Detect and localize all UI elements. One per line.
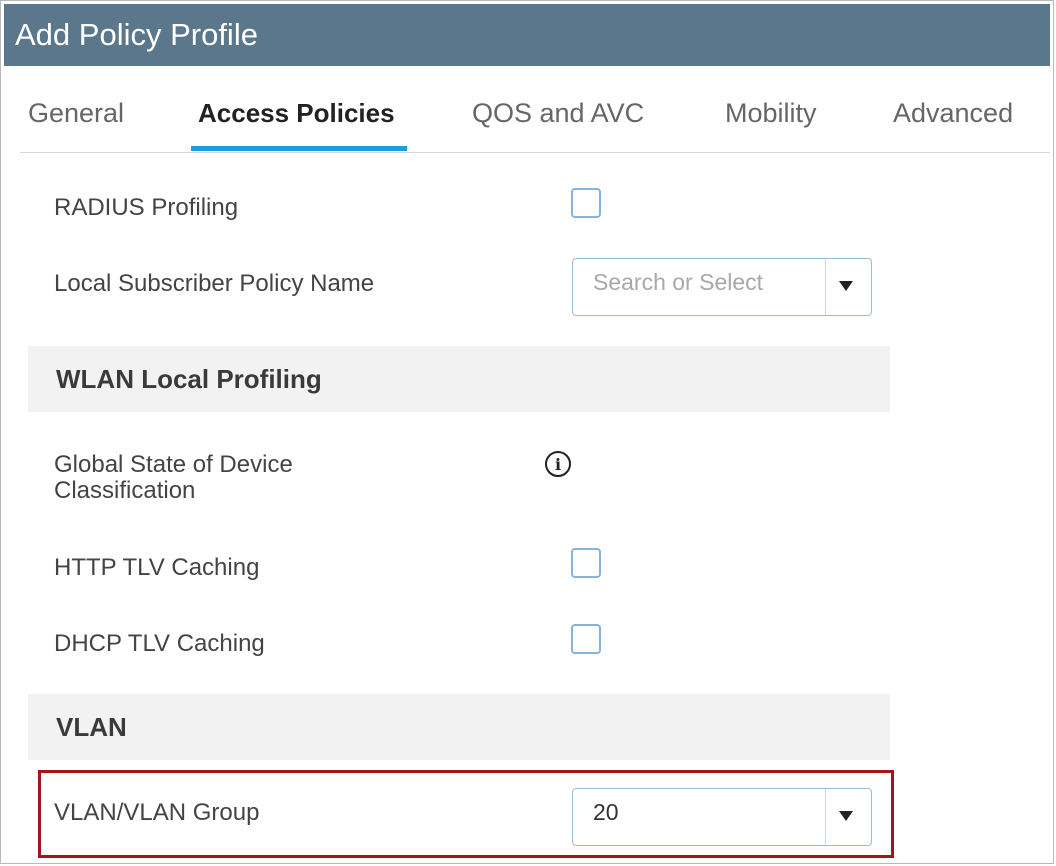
dhcp-tlv-caching-checkbox[interactable] — [571, 624, 601, 654]
local-subscriber-policy-placeholder: Search or Select — [593, 269, 764, 295]
radius-profiling-checkbox[interactable] — [571, 188, 601, 218]
select-divider — [825, 789, 826, 845]
select-divider — [825, 259, 826, 315]
http-tlv-caching-checkbox[interactable] — [571, 548, 601, 578]
tab-qos-and-avc[interactable]: QOS and AVC — [472, 98, 644, 129]
caret-down-icon[interactable] — [839, 281, 853, 291]
section-wlan-local-profiling: WLAN Local Profiling — [28, 346, 890, 412]
dialog-title: Add Policy Profile — [15, 17, 258, 52]
http-tlv-caching-label: HTTP TLV Caching — [54, 554, 260, 581]
local-subscriber-policy-select[interactable]: Search or Select — [572, 258, 872, 316]
active-tab-indicator — [191, 146, 407, 151]
global-state-label-line1: Global State of Device — [54, 451, 293, 478]
tab-bar: General Access Policies QOS and AVC Mobi… — [20, 66, 1050, 153]
info-circle-icon[interactable]: i — [545, 451, 571, 477]
tab-access-policies[interactable]: Access Policies — [198, 98, 395, 129]
info-icon-glyph: i — [554, 454, 562, 474]
tab-general[interactable]: General — [28, 98, 124, 129]
global-state-label-line2: Classification — [54, 477, 196, 504]
section-title: VLAN — [56, 711, 127, 742]
local-subscriber-policy-label: Local Subscriber Policy Name — [54, 270, 375, 297]
vlan-group-select[interactable]: 20 — [572, 788, 872, 846]
caret-down-icon[interactable] — [839, 811, 853, 821]
tab-advanced[interactable]: Advanced — [893, 98, 1013, 129]
dhcp-tlv-caching-label: DHCP TLV Caching — [54, 630, 265, 657]
vlan-group-label: VLAN/VLAN Group — [54, 799, 260, 826]
section-vlan: VLAN — [28, 694, 890, 760]
dialog-title-bar: Add Policy Profile — [4, 4, 1050, 66]
section-title: WLAN Local Profiling — [56, 363, 322, 394]
vlan-group-value: 20 — [593, 799, 619, 825]
radius-profiling-label: RADIUS Profiling — [54, 194, 239, 221]
tab-mobility[interactable]: Mobility — [725, 98, 817, 129]
